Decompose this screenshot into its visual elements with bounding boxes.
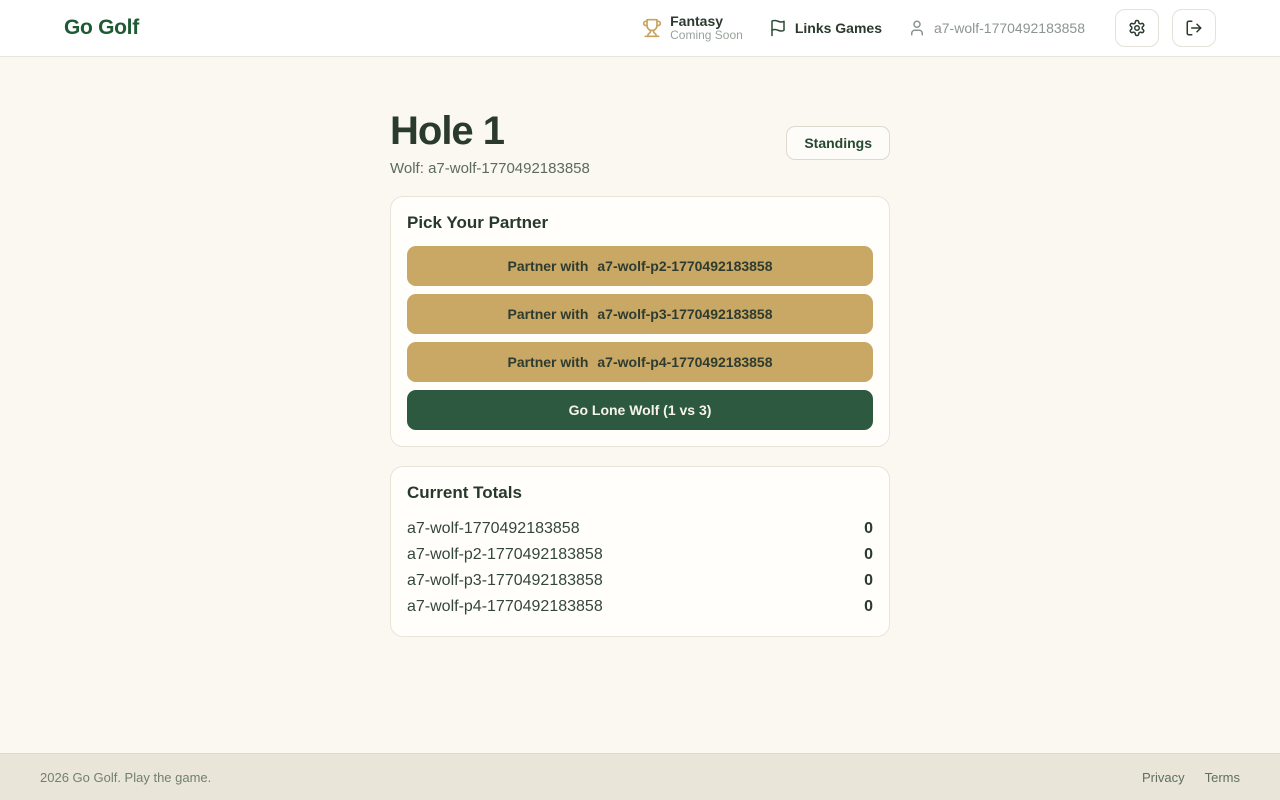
partner-button-prefix: Partner with [507,354,588,370]
totals-row: a7-wolf-p4-1770492183858 0 [407,594,873,620]
totals-player-name: a7-wolf-p3-1770492183858 [407,572,603,590]
partner-button-name: a7-wolf-p4-1770492183858 [597,354,772,370]
partner-button-name: a7-wolf-p3-1770492183858 [597,306,772,322]
page-title: Hole 1 [390,109,590,153]
content-container: Hole 1 Wolf: a7-wolf-1770492183858 Stand… [390,57,890,637]
trophy-icon [642,18,662,38]
header-button-group [1115,9,1216,47]
logout-icon [1185,19,1203,37]
title-block: Hole 1 Wolf: a7-wolf-1770492183858 [390,109,590,177]
header-nav: Fantasy Coming Soon Links Games a7-wolf-… [642,9,1216,47]
logout-button[interactable] [1172,9,1216,47]
totals-player-score: 0 [864,572,873,590]
totals-player-name: a7-wolf-p2-1770492183858 [407,546,603,564]
totals-row: a7-wolf-p2-1770492183858 0 [407,542,873,568]
current-totals-card: Current Totals a7-wolf-1770492183858 0 a… [390,466,890,637]
pick-partner-title: Pick Your Partner [407,213,873,233]
totals-player-score: 0 [864,598,873,616]
totals-player-score: 0 [864,546,873,564]
totals-player-name: a7-wolf-p4-1770492183858 [407,598,603,616]
partner-button-prefix: Partner with [507,258,588,274]
partner-button-prefix: Partner with [507,306,588,322]
nav-item-fantasy[interactable]: Fantasy Coming Soon [642,13,743,43]
nav-item-links-games[interactable]: Links Games [769,19,882,37]
totals-player-name: a7-wolf-1770492183858 [407,520,580,538]
totals-row: a7-wolf-1770492183858 0 [407,516,873,542]
wolf-subtitle: Wolf: a7-wolf-1770492183858 [390,160,590,177]
settings-button[interactable] [1115,9,1159,47]
user-id-label: a7-wolf-1770492183858 [934,20,1085,36]
partner-button-p4[interactable]: Partner with a7-wolf-p4-1770492183858 [407,342,873,382]
user-icon [908,19,926,37]
fantasy-label: Fantasy [670,13,743,29]
header: Go Golf Fantasy Coming Soon [0,0,1280,57]
fantasy-sublabel: Coming Soon [670,29,743,43]
pick-partner-card: Pick Your Partner Partner with a7-wolf-p… [390,196,890,447]
partner-button-p3[interactable]: Partner with a7-wolf-p3-1770492183858 [407,294,873,334]
fantasy-text: Fantasy Coming Soon [670,13,743,43]
brand-logo[interactable]: Go Golf [64,16,139,40]
partner-button-p2[interactable]: Partner with a7-wolf-p2-1770492183858 [407,246,873,286]
main-content: Hole 1 Wolf: a7-wolf-1770492183858 Stand… [0,57,1280,753]
footer: 2026 Go Golf. Play the game. Privacy Ter… [0,753,1280,800]
links-games-label: Links Games [795,20,882,36]
current-totals-title: Current Totals [407,483,873,503]
terms-link[interactable]: Terms [1205,770,1240,785]
privacy-link[interactable]: Privacy [1142,770,1185,785]
nav-item-user[interactable]: a7-wolf-1770492183858 [908,19,1085,37]
footer-copyright: 2026 Go Golf. Play the game. [40,770,211,785]
lone-wolf-button[interactable]: Go Lone Wolf (1 vs 3) [407,390,873,430]
totals-player-score: 0 [864,520,873,538]
totals-row: a7-wolf-p3-1770492183858 0 [407,568,873,594]
partner-button-name: a7-wolf-p2-1770492183858 [597,258,772,274]
title-row: Hole 1 Wolf: a7-wolf-1770492183858 Stand… [390,109,890,177]
flag-icon [769,19,787,37]
footer-links: Privacy Terms [1142,770,1240,785]
standings-button[interactable]: Standings [786,126,890,160]
gear-icon [1128,19,1146,37]
